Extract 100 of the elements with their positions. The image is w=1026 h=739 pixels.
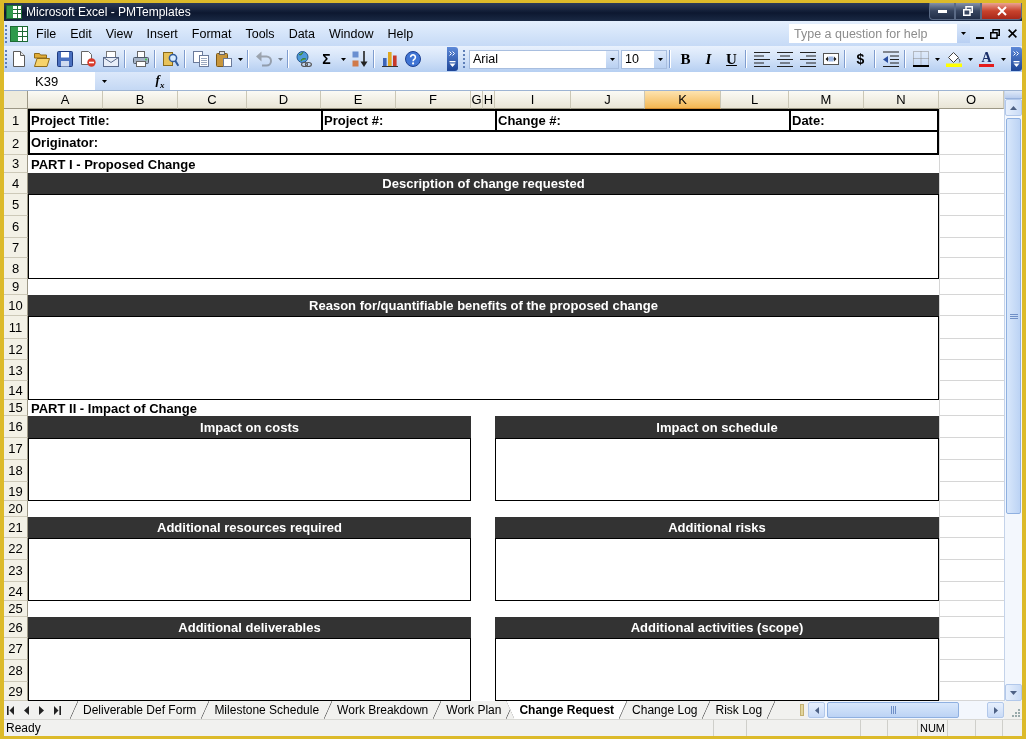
answer-box[interactable]	[28, 438, 471, 501]
bar-chart-icon[interactable]	[381, 51, 398, 67]
sheet-tab[interactable]: Change Request	[506, 701, 628, 719]
row-header[interactable]: 6	[4, 216, 28, 238]
scroll-up-button[interactable]	[1005, 99, 1022, 116]
sheet-tab[interactable]: Deliverable Def Form	[78, 701, 202, 719]
row-header[interactable]: 26	[4, 617, 28, 638]
blank-page-icon[interactable]	[10, 51, 27, 67]
column-header[interactable]: F	[396, 91, 471, 109]
row-header[interactable]: 14	[4, 381, 28, 400]
toolbar-options-button[interactable]	[447, 47, 458, 71]
sheet-tab[interactable]: Milestone Schedule	[209, 701, 325, 719]
bold-button[interactable]: B	[674, 48, 697, 70]
column-header[interactable]: I	[495, 91, 571, 109]
spreadsheet-icon[interactable]	[10, 25, 28, 42]
menu-item[interactable]: Insert	[139, 23, 185, 44]
page-no-entry-icon[interactable]	[79, 51, 96, 67]
magnifier-book-icon[interactable]	[162, 51, 179, 67]
dropdown-button[interactable]	[654, 50, 666, 68]
caret-icon[interactable]	[934, 57, 940, 61]
borders-grid-icon[interactable]	[912, 51, 929, 67]
close-button[interactable]	[981, 3, 1022, 20]
autosum-button[interactable]: Σ	[315, 48, 338, 70]
column-header[interactable]: H	[483, 91, 495, 109]
form-field[interactable]: Project #:	[321, 109, 495, 132]
menu-item[interactable]: Tools	[238, 23, 282, 44]
row-header[interactable]: 1	[4, 109, 28, 132]
minimize-button[interactable]	[929, 3, 955, 20]
menu-item[interactable]: Window	[322, 23, 381, 44]
decrease-indent-icon[interactable]	[882, 51, 899, 67]
column-header[interactable]: A	[28, 91, 103, 109]
row-header[interactable]: 21	[4, 517, 28, 538]
row-header[interactable]: 29	[4, 682, 28, 701]
row-header[interactable]: 27	[4, 638, 28, 660]
row-header[interactable]: 17	[4, 438, 28, 460]
menu-item[interactable]: Format	[184, 23, 239, 44]
close-icon[interactable]	[1008, 29, 1017, 38]
minimize-icon[interactable]	[976, 36, 984, 39]
merge-center-icon[interactable]	[822, 51, 839, 67]
globe-chain-icon[interactable]	[295, 51, 312, 67]
row-header[interactable]: 8	[4, 258, 28, 279]
column-header[interactable]: E	[321, 91, 396, 109]
column-header[interactable]: G	[471, 91, 483, 109]
scrollbar-thumb[interactable]	[1006, 118, 1021, 514]
restore-icon[interactable]	[990, 28, 1000, 39]
column-header[interactable]: L	[721, 91, 789, 109]
form-field[interactable]: Date:	[789, 109, 939, 132]
menu-item[interactable]: Data	[281, 23, 323, 44]
font-color-button[interactable]: A	[975, 48, 998, 70]
copy-pages-icon[interactable]	[192, 51, 209, 67]
answer-box[interactable]	[28, 194, 939, 279]
horizontal-scrollbar[interactable]	[808, 701, 1004, 719]
printer-icon[interactable]	[132, 51, 149, 67]
row-header[interactable]: 5	[4, 194, 28, 216]
row-header[interactable]: 18	[4, 460, 28, 482]
caret-icon[interactable]	[1000, 57, 1006, 61]
row-header[interactable]: 25	[4, 601, 28, 617]
row-header[interactable]: 9	[4, 279, 28, 295]
row-header[interactable]: 24	[4, 582, 28, 601]
font-size-field[interactable]: 10	[621, 49, 667, 69]
row-header[interactable]: 23	[4, 560, 28, 582]
right-triangle-icon[interactable]	[39, 705, 44, 715]
column-header[interactable]: C	[178, 91, 247, 109]
align-left-icon[interactable]	[753, 51, 770, 67]
column-header[interactable]: K	[645, 91, 721, 109]
sheet-tab[interactable]: Work Plan	[441, 701, 507, 719]
toolbar-options-button[interactable]	[1011, 47, 1022, 71]
menu-item[interactable]: Edit	[63, 23, 99, 44]
help-icon[interactable]	[404, 51, 421, 67]
column-header[interactable]: O	[939, 91, 1004, 109]
row-header[interactable]: 15	[4, 400, 28, 416]
folder-icon[interactable]	[33, 51, 50, 67]
sheet-tab[interactable]: Change Log	[627, 701, 703, 719]
form-field[interactable]: Originator:	[28, 132, 939, 155]
row-header[interactable]: 13	[4, 360, 28, 381]
column-header[interactable]: B	[103, 91, 178, 109]
row-header[interactable]: 11	[4, 316, 28, 339]
help-search-field[interactable]: Type a question for help	[789, 24, 957, 43]
scrollbar-thumb[interactable]	[827, 702, 959, 718]
row-header[interactable]: 22	[4, 538, 28, 560]
row-header[interactable]: 12	[4, 339, 28, 360]
scroll-left-button[interactable]	[808, 702, 825, 718]
help-dropdown-button[interactable]	[957, 24, 970, 43]
spreadsheet-icon[interactable]	[6, 5, 22, 19]
row-header[interactable]: 20	[4, 501, 28, 517]
paint-bucket-icon[interactable]	[945, 51, 962, 67]
row-header[interactable]: 3	[4, 155, 28, 173]
sheet-tab[interactable]: Work Breakdown	[332, 701, 434, 719]
row-header[interactable]: 10	[4, 295, 28, 316]
answer-box[interactable]	[28, 638, 471, 701]
menu-item[interactable]: File	[29, 23, 64, 44]
answer-box[interactable]	[28, 538, 471, 601]
caret-icon[interactable]	[237, 57, 243, 61]
font-name-field[interactable]: Arial	[469, 49, 619, 69]
row-header[interactable]: 28	[4, 660, 28, 682]
tab-split-handle[interactable]	[800, 704, 804, 716]
dropdown-button[interactable]	[606, 50, 618, 68]
menu-item[interactable]: View	[98, 23, 140, 44]
name-box[interactable]: K39	[4, 72, 95, 90]
clipboard-icon[interactable]	[215, 51, 232, 67]
